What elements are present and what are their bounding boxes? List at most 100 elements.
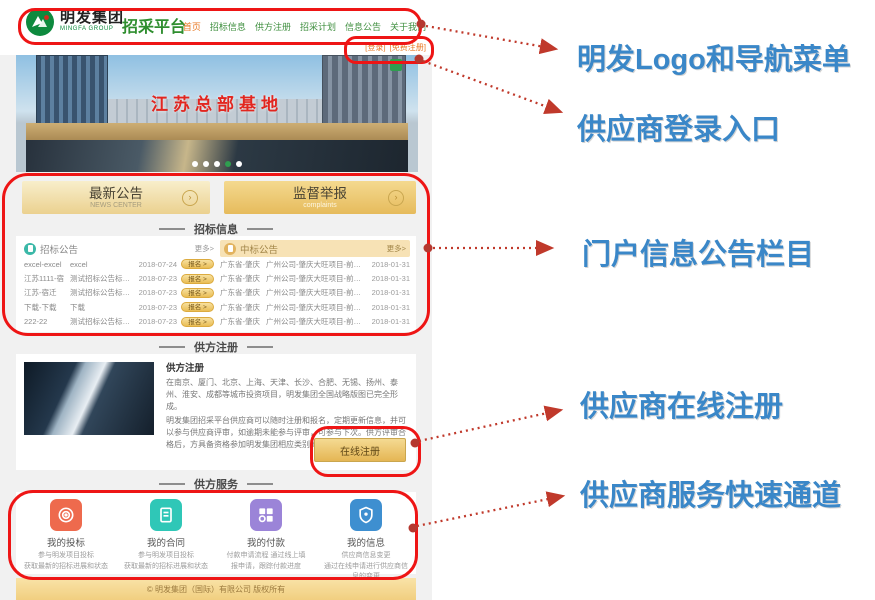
list-item[interactable]: 222-22 测试招标公告标题222 2018-07-23 报名 > [24,315,214,329]
login-area: [登录] [免费注册] [365,42,426,53]
service-desc: 报申请，跟踪付款进度 [216,562,316,571]
carousel-dot[interactable] [192,161,198,167]
sign-up-button[interactable]: 报名 > [181,302,214,312]
news-center-subtitle: NEWS CENTER [90,201,142,210]
section-title-text: 招标信息 [194,221,238,237]
service-title: 我的付款 [216,535,316,549]
handshake-photo [24,362,154,435]
nav-item-tender-info[interactable]: 招标信息 [210,20,246,33]
annotation-arrow-2 [423,61,561,112]
item-title: 广州公司-肇庆大旺项目-前策定位... [266,316,367,327]
list-item[interactable]: 江苏1111-宿 测试招标公告标题1111 2018-07-23 报名 > [24,271,214,285]
item-date: 2018-07-24 [134,260,177,269]
annotation-label-services: 供应商服务快速通道 [580,472,841,514]
sign-up-button[interactable]: 报名 > [181,274,214,284]
win-list-header: 中标公告 更多> [220,240,410,257]
dash-decoration [247,346,273,348]
document-circle-icon [24,243,36,255]
news-center-button[interactable]: 最新公告 NEWS CENTER › [22,181,210,214]
service-title: 我的信息 [316,535,416,549]
carousel-dot[interactable] [236,161,242,167]
free-register-link[interactable]: [免费注册] [390,42,426,53]
nav-item-about-us[interactable]: 关于我们 [390,20,426,33]
item-name: 222-22 [24,317,70,326]
annotation-label-login: 供应商登录入口 [577,106,780,148]
carousel-dot-active[interactable] [225,161,231,167]
item-date: 2018-07-23 [134,317,177,326]
item-title: 广州公司-肇庆大旺项目-前策定位... [266,287,367,298]
list-item[interactable]: 江苏-宿迁 测试招标公告标题附件 2018-07-23 报名 > [24,286,214,300]
bid-list-header: 招标公告 更多> [24,240,214,257]
list-item[interactable]: 下载-下载 下载 2018-07-23 报名 > [24,300,214,314]
item-name: 广东省-肇庆 [220,259,266,270]
tender-lists-card: 招标公告 更多> excel-excel excel 2018-07-24 报名… [16,236,416,332]
service-item-my-contracts[interactable]: 我的合同 参与明发项目投标 获取最新的招标进展和状态 [116,492,216,574]
more-link[interactable]: 更多> [195,243,214,254]
annotation-label-online-register: 供应商在线注册 [580,383,783,425]
item-name: excel-excel [24,260,70,269]
dash-decoration [159,483,185,485]
list-item[interactable]: 广东省-肇庆 广州公司-肇庆大旺项目-前策定位... 2018-01-31 [220,286,410,300]
list-item[interactable]: 广东省-肇庆 广州公司-肇庆大旺项目-前策定位... 2018-01-31 [220,300,410,314]
sign-up-button[interactable]: 报名 > [181,317,214,327]
nav-item-announcements[interactable]: 信息公告 [345,20,381,33]
service-desc: 参与明发项目投标 [16,551,116,560]
item-title: 测试招标公告标题222 [70,316,134,327]
section-title-services: 供方服务 [0,476,432,492]
mingfa-logo-icon [26,8,54,36]
banner-glass-base [26,140,408,172]
nav-item-home[interactable]: 首页 [183,20,201,33]
annotation-label-announcements: 门户信息公告栏目 [582,231,814,273]
sign-up-button[interactable]: 报名 > [181,259,214,269]
list-item[interactable]: 广东省-肇庆 广州公司-肇庆大旺项目-前策定位... 2018-01-31 [220,271,410,285]
nav-item-procurement-plan[interactable]: 招采计划 [300,20,336,33]
online-register-button[interactable]: 在线注册 [314,438,406,462]
item-name: 广东省-肇庆 [220,302,266,313]
more-link[interactable]: 更多> [387,243,406,254]
list-item[interactable]: 广东省-肇庆 广州公司-肇庆大旺项目-前策定位... 2018-01-31 [220,257,410,271]
annotation-arrow-1 [426,26,556,49]
carousel-dot[interactable] [214,161,220,167]
item-title: 广州公司-肇庆大旺项目-前策定位... [266,302,367,313]
register-heading: 供方注册 [166,360,406,374]
logo[interactable]: 明发集团 MINGFA GROUP [26,8,124,36]
complaints-title: 监督举报 [293,186,347,201]
item-title: 广州公司-肇庆大旺项目-前策定位... [266,273,367,284]
service-desc: 付款申请流程 通过线上填 [216,551,316,560]
item-date: 2018-07-23 [134,303,177,312]
item-title: 广州公司-肇庆大旺项目-前策定位... [266,259,367,270]
portal-screenshot: 明发集团 MINGFA GROUP 招采平台 首页 招标信息 供方注册 招采计划… [0,0,432,600]
item-date: 2018-01-31 [367,288,410,297]
site-header: 明发集团 MINGFA GROUP 招采平台 首页 招标信息 供方注册 招采计划… [0,0,432,55]
list-item[interactable]: excel-excel excel 2018-07-24 报名 > [24,257,214,271]
service-item-my-info[interactable]: 我的信息 供应商信息变更 通过在线申请进行供应商信息的变更 [316,492,416,574]
copyright-footer: © 明发集团（国际）有限公司 版权所有 [16,578,416,600]
nav-item-supplier-register[interactable]: 供方注册 [255,20,291,33]
section-title-register: 供方注册 [0,339,432,355]
list-item[interactable]: 广东省-肇庆 广州公司-肇庆大旺项目-前策定位... 2018-01-31 [220,315,410,329]
section-title-text: 供方注册 [194,339,238,355]
service-item-my-payments[interactable]: 我的付款 付款申请流程 通过线上填 报申请，跟踪付款进度 [216,492,316,574]
dash-decoration [159,228,185,230]
item-date: 2018-01-31 [367,303,410,312]
shield-icon [350,499,382,531]
target-icon [50,499,82,531]
bid-list-title: 招标公告 [40,242,78,256]
login-link[interactable]: [登录] [365,42,385,53]
services-card: 我的投标 参与明发项目投标 获取最新的招标进展和状态 我的合同 参与明发项目投标… [16,492,416,574]
section-title-tenders: 招标信息 [0,221,432,237]
carousel-dots [16,161,418,167]
carousel-dot[interactable] [203,161,209,167]
banner-carousel[interactable]: 江苏总部基地 [16,55,418,172]
item-title: 下载 [70,302,134,313]
dash-decoration [159,346,185,348]
logo-name: 明发集团 [60,11,124,26]
bid-announcement-list: 招标公告 更多> excel-excel excel 2018-07-24 报名… [24,240,214,329]
service-item-my-bids[interactable]: 我的投标 参与明发项目投标 获取最新的招标进展和状态 [16,492,116,574]
service-desc: 供应商信息变更 [316,551,416,560]
sign-up-button[interactable]: 报名 > [181,288,214,298]
news-center-title: 最新公告 [89,186,143,201]
arrow-circle-icon: › [182,190,198,206]
complaints-button[interactable]: 监督举报 complaints › [224,181,416,214]
logo-subname: MINGFA GROUP [60,26,124,33]
